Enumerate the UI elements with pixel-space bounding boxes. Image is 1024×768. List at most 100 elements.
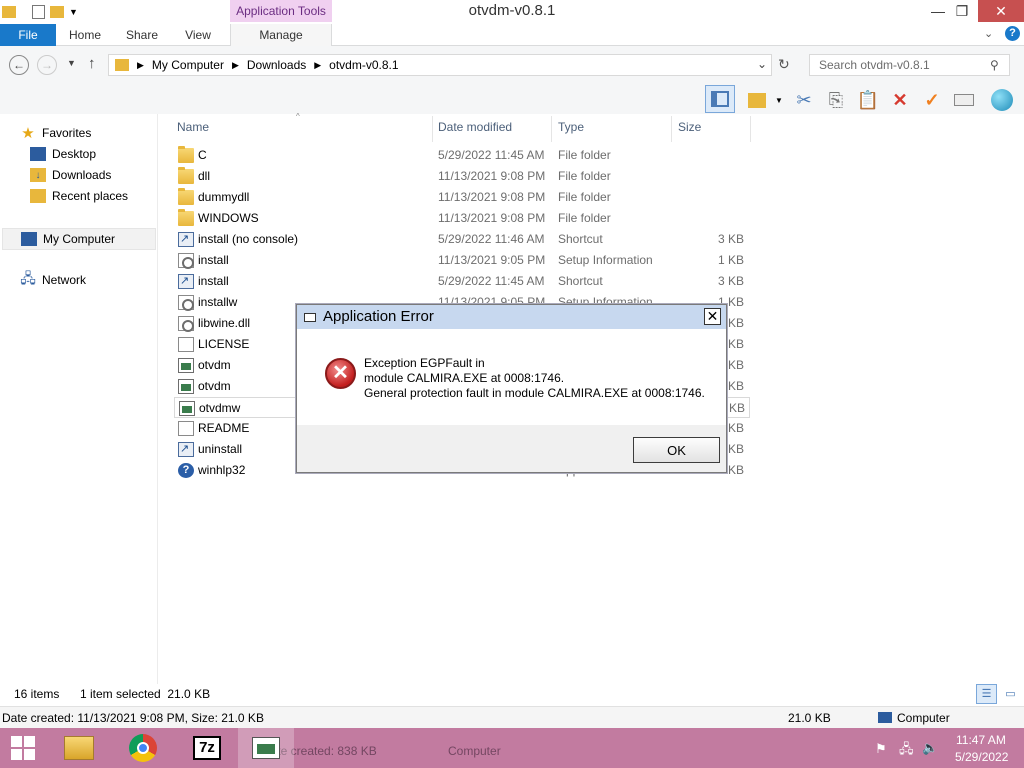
file-type: Shortcut bbox=[558, 274, 603, 288]
file-name: installw bbox=[198, 295, 238, 309]
delete-icon[interactable]: ✕ bbox=[888, 88, 912, 112]
search-icon: ⚲ bbox=[990, 58, 999, 72]
clock-time[interactable]: 11:47 AM bbox=[956, 733, 1006, 747]
search-input[interactable]: Search otvdm-v0.8.1 bbox=[809, 54, 1010, 76]
file-row[interactable]: dummydll 11/13/2021 9:08 PM File folder bbox=[174, 187, 750, 208]
start-button[interactable] bbox=[0, 728, 46, 768]
help-icon[interactable]: ? bbox=[1005, 26, 1020, 41]
back-button[interactable]: ← bbox=[9, 55, 29, 75]
file-row[interactable]: install 11/13/2021 9:05 PM Setup Informati… bbox=[174, 250, 750, 271]
address-dropdown-icon[interactable]: ⌄ bbox=[757, 57, 767, 71]
maximize-button[interactable]: ❐ bbox=[946, 0, 978, 22]
dialog-message: Exception EGPFault in module CALMIRA.EXE… bbox=[364, 356, 705, 401]
cut-icon[interactable]: ✂ bbox=[792, 88, 816, 112]
breadcrumb-current-folder[interactable]: otvdm-v0.8.1 bbox=[329, 58, 398, 72]
dialog-title-bar[interactable]: Application Error ✕ bbox=[297, 305, 726, 329]
breadcrumb-my-computer[interactable]: My Computer bbox=[152, 58, 224, 72]
ok-button[interactable]: OK bbox=[633, 437, 720, 463]
clock-date[interactable]: 5/29/2022 bbox=[955, 750, 1008, 764]
folder-options-icon[interactable] bbox=[745, 88, 769, 112]
column-divider[interactable] bbox=[750, 116, 751, 142]
file-name: otvdm bbox=[198, 358, 231, 372]
file-row[interactable]: install (no console) 5/29/2022 11:46 AM Sh… bbox=[174, 229, 750, 250]
taskbar-chrome[interactable] bbox=[114, 728, 172, 768]
shortcut-icon bbox=[178, 442, 194, 457]
nav-downloads[interactable]: ↓ Downloads bbox=[30, 165, 111, 185]
nav-favorites[interactable]: ★ Favorites bbox=[20, 123, 91, 143]
breadcrumb-separator-icon[interactable]: ▶ bbox=[137, 60, 144, 71]
column-header-size[interactable]: Size bbox=[678, 120, 701, 134]
file-row[interactable]: dll 11/13/2021 9:08 PM File folder bbox=[174, 166, 750, 187]
column-divider[interactable] bbox=[551, 116, 552, 142]
error-icon: ✕ bbox=[325, 358, 356, 389]
file-row[interactable]: WINDOWS 11/13/2021 9:08 PM File folder bbox=[174, 208, 750, 229]
action-center-flag-icon[interactable]: ⚑ bbox=[875, 741, 887, 757]
tab-manage[interactable]: Manage bbox=[230, 24, 332, 46]
dialog-footer: OK bbox=[297, 425, 726, 472]
column-header-date[interactable]: Date modified bbox=[438, 120, 512, 134]
details-view-button[interactable]: ☰ bbox=[976, 684, 997, 704]
nav-network[interactable]: 🖧 Network bbox=[20, 270, 86, 290]
file-name: install bbox=[198, 274, 229, 288]
recent-locations-icon[interactable]: ▼ bbox=[67, 58, 76, 68]
nav-desktop[interactable]: Desktop bbox=[30, 144, 96, 164]
tab-view[interactable]: View bbox=[175, 24, 221, 46]
nav-recent-places[interactable]: Recent places bbox=[30, 186, 128, 206]
breadcrumb-separator-icon[interactable]: ▶ bbox=[232, 60, 239, 71]
globe-icon[interactable] bbox=[990, 88, 1014, 112]
large-icons-view-button[interactable]: ▭ bbox=[1000, 684, 1021, 704]
error-line-2: module CALMIRA.EXE at 0008:1746. bbox=[364, 371, 565, 385]
setup-icon bbox=[178, 253, 194, 269]
refresh-icon[interactable]: ↻ bbox=[778, 56, 790, 73]
column-divider[interactable] bbox=[432, 116, 433, 142]
paste-icon[interactable]: 📋 bbox=[856, 88, 880, 112]
column-divider[interactable] bbox=[671, 116, 672, 142]
close-button[interactable]: ✕ bbox=[978, 0, 1024, 22]
taskbar-calmira[interactable] bbox=[238, 728, 294, 768]
expand-ribbon-icon[interactable]: ⌄ bbox=[984, 27, 993, 40]
folder-icon bbox=[178, 167, 194, 184]
taskbar: Date created: 838 KB Computer 7z ⚑ 🖧 🔈 1… bbox=[0, 728, 1024, 768]
copy-icon[interactable]: ⎘ bbox=[824, 88, 848, 112]
file-name: dummydll bbox=[198, 190, 250, 204]
volume-muted-icon[interactable]: 🔈 bbox=[922, 740, 938, 756]
title-bar: ▼ Application Tools otvdm-v0.8.1 — ❐ ✕ bbox=[0, 0, 1024, 24]
breadcrumb-separator-icon[interactable]: ▶ bbox=[314, 60, 321, 71]
nav-network-label: Network bbox=[42, 273, 87, 287]
nav-desktop-label: Desktop bbox=[52, 147, 97, 161]
layout-pane-icon[interactable] bbox=[705, 85, 735, 113]
network-status-icon[interactable]: 🖧 bbox=[899, 740, 914, 762]
file-type: File folder bbox=[558, 211, 611, 225]
taskbar-7zip[interactable]: 7z bbox=[178, 728, 236, 768]
tab-share[interactable]: Share bbox=[118, 24, 166, 46]
dll-icon bbox=[178, 316, 194, 332]
properties-icon[interactable] bbox=[952, 88, 976, 112]
rename-icon[interactable]: ✓ bbox=[920, 88, 944, 112]
file-name: uninstall bbox=[198, 442, 243, 456]
forward-button[interactable]: → bbox=[37, 55, 57, 75]
setup-icon bbox=[178, 295, 194, 311]
column-header-type[interactable]: Type bbox=[558, 120, 584, 134]
options-dropdown-icon[interactable]: ▼ bbox=[775, 96, 783, 105]
dialog-close-button[interactable]: ✕ bbox=[704, 308, 721, 325]
nav-favorites-label: Favorites bbox=[42, 126, 92, 140]
file-size: 3 KB bbox=[717, 232, 744, 246]
taskbar-file-explorer[interactable] bbox=[50, 728, 108, 768]
nav-recent-label: Recent places bbox=[52, 189, 129, 203]
column-header-name[interactable]: Name bbox=[177, 120, 209, 134]
tab-file[interactable]: File bbox=[0, 24, 56, 46]
system-menu-icon[interactable] bbox=[304, 313, 316, 322]
address-bar[interactable]: ▶ My Computer ▶ Downloads ▶ otvdm-v0.8.1… bbox=[108, 54, 772, 76]
nav-my-computer[interactable]: My Computer bbox=[2, 228, 156, 250]
file-row[interactable]: install 5/29/2022 11:45 AM Shortcut 3 KB bbox=[174, 271, 750, 292]
application-icon bbox=[178, 358, 194, 373]
ribbon: File Home Share View Manage ⌄ ? bbox=[0, 24, 1024, 46]
up-button[interactable]: ↑ bbox=[88, 55, 96, 72]
file-name: otvdm bbox=[198, 379, 231, 393]
shortcut-icon bbox=[178, 232, 194, 247]
file-row[interactable]: C 5/29/2022 11:45 AM File folder bbox=[174, 145, 750, 166]
breadcrumb-downloads[interactable]: Downloads bbox=[247, 58, 306, 72]
dialog-title: Application Error bbox=[323, 308, 434, 325]
application-error-dialog: Application Error ✕ ✕ Exception EGPFault… bbox=[296, 304, 727, 473]
tab-home[interactable]: Home bbox=[60, 24, 110, 46]
